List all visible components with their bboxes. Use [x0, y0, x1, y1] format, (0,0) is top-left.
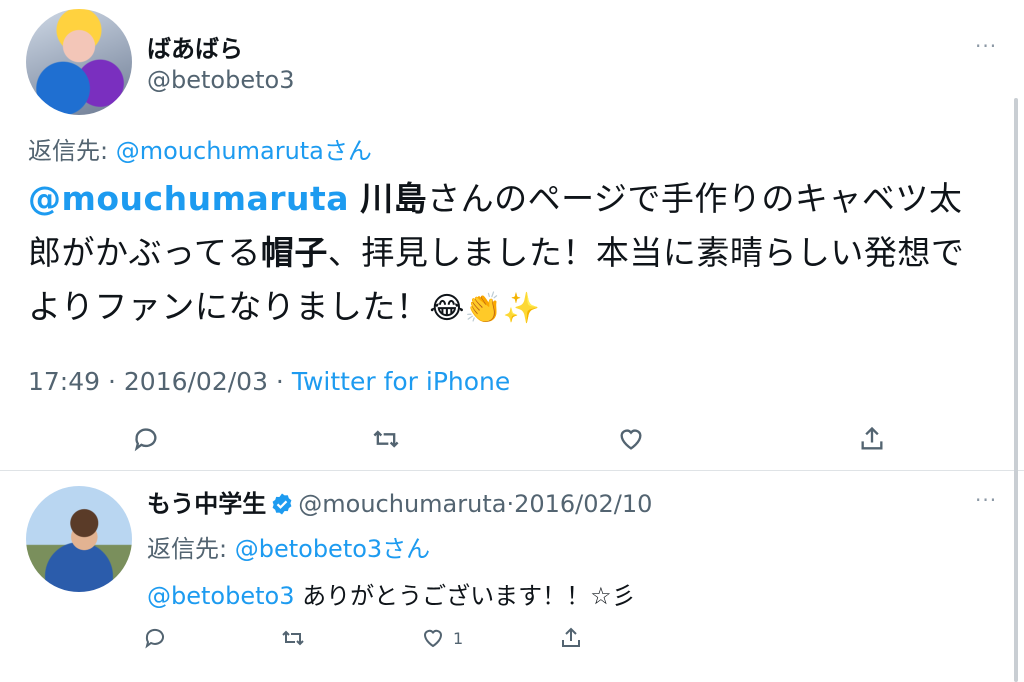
- replying-to: 返信先: @mouchumarutaさん: [28, 131, 372, 166]
- tweet-actions: [120, 425, 910, 461]
- tweet-source[interactable]: Twitter for iPhone: [292, 367, 510, 396]
- avatar[interactable]: [26, 9, 132, 115]
- emoji: 😂👏✨: [429, 291, 541, 326]
- retweet-icon[interactable]: [372, 425, 408, 461]
- mention-link[interactable]: @mouchumaruta: [28, 179, 349, 218]
- text-segment: [349, 179, 360, 218]
- tweet-text: @betobeto3 ありがとうございます！！☆彡: [147, 576, 636, 611]
- reply-icon[interactable]: [143, 624, 167, 652]
- meta-separator: ·: [506, 490, 515, 518]
- like-icon[interactable]: [617, 425, 653, 461]
- avatar[interactable]: [26, 486, 132, 592]
- share-icon[interactable]: [858, 425, 894, 461]
- scrollbar[interactable]: [1014, 98, 1018, 682]
- author-handle[interactable]: @mouchumaruta: [298, 490, 506, 518]
- author-name[interactable]: もう中学生: [147, 490, 266, 518]
- tweet-actions: 1: [143, 624, 603, 654]
- replying-to-link[interactable]: @mouchumarutaさん: [116, 137, 372, 165]
- author-name[interactable]: ばあばら: [147, 29, 243, 64]
- reply-icon[interactable]: [132, 425, 168, 461]
- tweet-date[interactable]: 2016/02/10: [514, 490, 652, 518]
- retweet-icon[interactable]: [281, 624, 305, 652]
- like-count: 1: [453, 628, 464, 648]
- replying-to-link[interactable]: @betobeto3さん: [235, 535, 430, 563]
- replying-to: 返信先: @betobeto3さん: [147, 529, 430, 564]
- verified-icon: [270, 492, 294, 516]
- divider: [0, 470, 1024, 471]
- tweet-date[interactable]: 2016/02/03: [124, 367, 268, 396]
- text-segment: ありがとうございます！！☆彡: [294, 582, 636, 610]
- tweet-meta: 17:49 · 2016/02/03 · Twitter for iPhone: [28, 367, 510, 396]
- replying-prefix: 返信先:: [28, 137, 116, 165]
- replying-prefix: 返信先:: [147, 535, 235, 563]
- meta-separator: ·: [100, 367, 124, 396]
- more-options-icon[interactable]: ···: [975, 488, 997, 512]
- reply-header: もう中学生 @mouchumaruta·2016/02/10: [147, 484, 652, 519]
- meta-separator: ·: [267, 367, 292, 396]
- tweet-time[interactable]: 17:49: [28, 367, 100, 396]
- like-icon[interactable]: 1: [421, 624, 463, 652]
- text-bold: 川島: [360, 179, 428, 218]
- text-bold: 帽子: [260, 233, 328, 272]
- tweet-text: @mouchumaruta 川島さんのページで手作りのキャベツ太郎がかぶってる帽…: [28, 172, 988, 336]
- share-icon[interactable]: [559, 624, 583, 652]
- author-handle[interactable]: @betobeto3: [147, 66, 294, 94]
- mention-link[interactable]: @betobeto3: [147, 582, 294, 610]
- more-options-icon[interactable]: ···: [975, 34, 997, 58]
